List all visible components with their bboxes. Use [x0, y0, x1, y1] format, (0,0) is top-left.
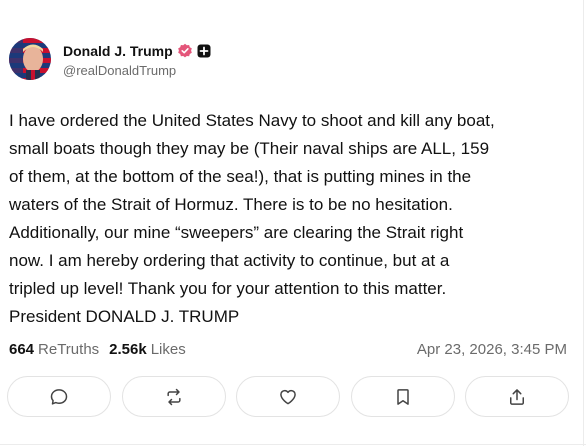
- author-handle[interactable]: @realDonaldTrump: [63, 63, 211, 78]
- bookmark-icon: [396, 388, 409, 405]
- like-button[interactable]: [236, 376, 340, 417]
- avatar-image: [9, 38, 51, 80]
- truth-post: Donald J. Trump @realDonaldTrump I have …: [0, 0, 586, 446]
- share-button[interactable]: [465, 376, 569, 417]
- likes-stat[interactable]: 2.56k Likes: [109, 341, 186, 358]
- author-block: Donald J. Trump @realDonaldTrump: [63, 40, 211, 78]
- retruths-stat[interactable]: 664 ReTruths: [9, 341, 99, 358]
- retruths-label: ReTruths: [38, 341, 100, 358]
- likes-label: Likes: [150, 341, 186, 358]
- bottom-divider: [0, 444, 586, 445]
- bookmark-button[interactable]: [350, 376, 455, 417]
- post-body-text: I have ordered the United States Navy to…: [9, 111, 495, 326]
- repost-arrows-icon: [166, 388, 181, 405]
- reply-button[interactable]: [7, 376, 111, 417]
- right-divider: [583, 0, 584, 446]
- verified-badge-icon: [177, 43, 193, 59]
- heart-icon: [280, 389, 296, 404]
- post-timestamp[interactable]: Apr 23, 2026, 3:45 PM: [417, 341, 567, 358]
- post-header: Donald J. Trump @realDonaldTrump: [9, 38, 211, 80]
- name-row: Donald J. Trump: [63, 40, 211, 62]
- retruth-button[interactable]: [121, 376, 226, 417]
- likes-count: 2.56k: [109, 341, 147, 358]
- speech-bubble-icon: [50, 388, 68, 405]
- post-stats: 664 ReTruths 2.56k Likes Apr 23, 2026, 3:4…: [9, 341, 567, 358]
- action-bar: [7, 376, 569, 417]
- author-display-name[interactable]: Donald J. Trump: [63, 43, 173, 59]
- plus-badge-icon: [197, 44, 211, 58]
- avatar[interactable]: [9, 38, 51, 80]
- share-upload-icon: [510, 388, 524, 405]
- retruths-count: 664: [9, 341, 35, 358]
